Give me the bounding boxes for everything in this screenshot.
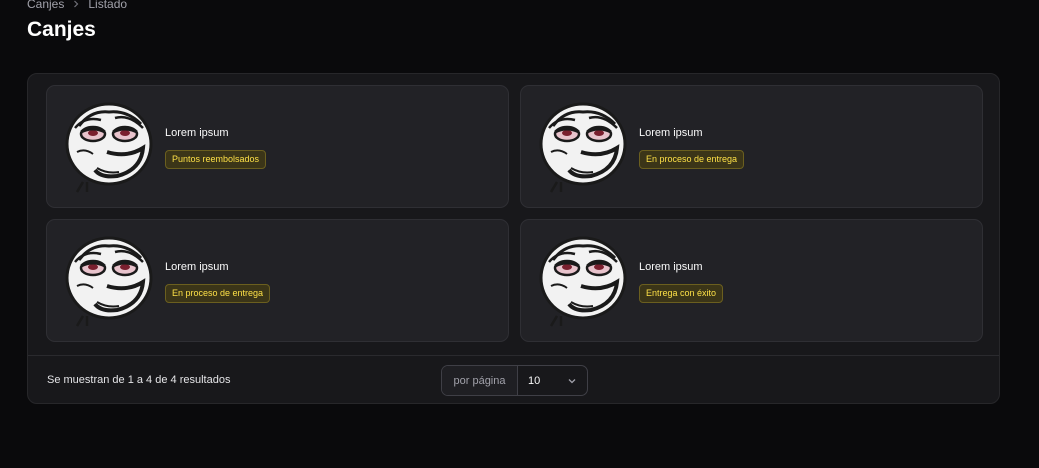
avatar (535, 98, 629, 194)
card-title: Lorem ipsum (165, 127, 229, 139)
pagination-footer: Se muestran de 1 a 4 de 4 resultados por… (28, 355, 999, 404)
card-info: Lorem ipsum En proceso de entrega (639, 127, 745, 169)
per-page-label: por página (442, 366, 518, 395)
canje-card[interactable]: Lorem ipsum Puntos reembolsados (46, 85, 509, 208)
per-page-control: por página 10 (441, 365, 588, 396)
per-page-value: 10 (528, 374, 541, 387)
per-page-select[interactable]: 10 (518, 366, 587, 395)
card-title: Lorem ipsum (639, 261, 703, 273)
page-title: Canjes (27, 18, 96, 41)
breadcrumb-item-listado[interactable]: Listado (88, 0, 127, 11)
status-badge: Puntos reembolsados (165, 150, 267, 169)
canjes-grid: Lorem ipsum Puntos reembolsados Lorem ip… (46, 85, 983, 342)
card-info: Lorem ipsum En proceso de entrega (165, 261, 271, 303)
chevron-right-icon (72, 0, 80, 8)
avatar (61, 98, 155, 194)
canje-card[interactable]: Lorem ipsum En proceso de entrega (46, 219, 509, 342)
results-summary: Se muestran de 1 a 4 de 4 resultados (47, 374, 231, 386)
card-info: Lorem ipsum Entrega con éxito (639, 261, 724, 303)
canje-card[interactable]: Lorem ipsum En proceso de entrega (520, 85, 983, 208)
chevron-down-icon (567, 376, 577, 386)
status-badge: En proceso de entrega (165, 284, 271, 303)
status-badge: Entrega con éxito (639, 284, 724, 303)
canje-card[interactable]: Lorem ipsum Entrega con éxito (520, 219, 983, 342)
breadcrumb: Canjes Listado (27, 0, 127, 11)
status-badge: En proceso de entrega (639, 150, 745, 169)
avatar (535, 232, 629, 328)
card-title: Lorem ipsum (165, 261, 229, 273)
card-title: Lorem ipsum (639, 127, 703, 139)
canjes-panel: Lorem ipsum Puntos reembolsados Lorem ip… (27, 73, 1000, 404)
avatar (61, 232, 155, 328)
breadcrumb-item-canjes[interactable]: Canjes (27, 0, 64, 11)
card-info: Lorem ipsum Puntos reembolsados (165, 127, 267, 169)
